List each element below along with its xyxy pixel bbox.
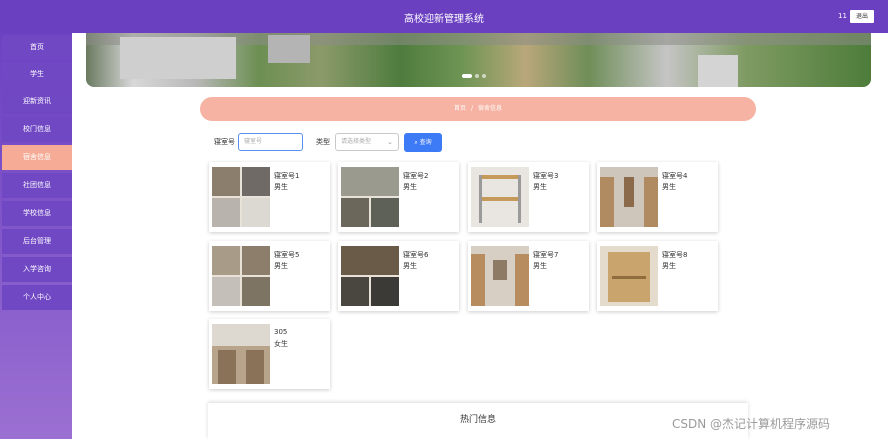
room-photo (212, 324, 270, 384)
room-type: 男生 (662, 183, 676, 191)
room-photo (341, 246, 399, 306)
campus-banner[interactable] (86, 33, 871, 87)
room-type: 男生 (403, 183, 417, 191)
room-name: 寝室号3 (533, 172, 559, 180)
username: 11 (838, 12, 847, 20)
room-type: 男生 (533, 183, 547, 191)
room-name: 寝室号2 (403, 172, 429, 180)
hot-info-title: 热门信息 (459, 415, 496, 425)
breadcrumb-current: 宿舍信息 (478, 105, 503, 112)
search-icon: ⌕ (414, 139, 418, 146)
room-card[interactable]: 寝室号4 男生 (597, 162, 718, 232)
type-select-placeholder: 请选择类型 (341, 138, 372, 145)
sidebar: 首页 学生 迎新资讯 校门信息 宿舍信息 社团信息 学校信息 后台管理 入学咨询… (0, 33, 72, 439)
room-photo (341, 167, 399, 227)
room-name: 寝室号1 (274, 172, 300, 180)
room-type: 男生 (662, 262, 676, 270)
hot-info-section: 热门信息 (208, 403, 748, 439)
room-name: 寝室号8 (662, 251, 688, 259)
room-name: 寝室号6 (403, 251, 429, 259)
carousel-dot[interactable] (462, 74, 472, 78)
room-card[interactable]: 305 女生 (209, 319, 330, 389)
room-type: 男生 (274, 262, 288, 270)
room-photo (471, 246, 529, 306)
banner-building (120, 37, 236, 79)
watermark: CSDN @杰记计算机程序源码 (672, 417, 831, 431)
room-type: 男生 (533, 262, 547, 270)
room-photo (600, 246, 658, 306)
sidebar-item-gate-info[interactable]: 校门信息 (2, 117, 72, 142)
room-type: 男生 (274, 183, 288, 191)
search-bar: 寝室号 寝室号 类型 请选择类型 ⌄ ⌕ 查询 (214, 133, 454, 152)
carousel-dot[interactable] (475, 74, 479, 78)
banner-building (268, 35, 310, 63)
room-card[interactable]: 寝室号2 男生 (338, 162, 459, 232)
room-name: 305 (274, 328, 288, 336)
sidebar-item-school-info[interactable]: 学校信息 (2, 201, 72, 226)
sidebar-item-home[interactable]: 首页 (2, 35, 72, 60)
room-search-input[interactable]: 寝室号 (238, 133, 303, 151)
room-type: 女生 (274, 340, 288, 348)
carousel-dot[interactable] (482, 74, 486, 78)
sidebar-item-students[interactable]: 学生 (2, 62, 72, 87)
top-bar: 高校迎新管理系统 11 退出 (0, 0, 888, 33)
logout-button[interactable]: 退出 (850, 10, 874, 23)
room-card[interactable]: 寝室号6 男生 (338, 241, 459, 311)
sidebar-item-profile[interactable]: 个人中心 (2, 285, 72, 310)
sidebar-item-admin[interactable]: 后台管理 (2, 229, 72, 254)
room-photo (212, 167, 270, 227)
room-card[interactable]: 寝室号1 男生 (209, 162, 330, 232)
room-type: 男生 (403, 262, 417, 270)
sidebar-item-dorm-info[interactable]: 宿舍信息 (2, 145, 72, 170)
room-card[interactable]: 寝室号5 男生 (209, 241, 330, 311)
breadcrumb: 首页 / 宿舍信息 (200, 97, 756, 121)
room-card[interactable]: 寝室号3 男生 (468, 162, 589, 232)
room-name: 寝室号7 (533, 251, 559, 259)
app-title: 高校迎新管理系统 (404, 14, 484, 25)
sidebar-item-news[interactable]: 迎新资讯 (2, 89, 72, 114)
sidebar-item-clubs[interactable]: 社团信息 (2, 173, 72, 198)
room-photo (600, 167, 658, 227)
room-card[interactable]: 寝室号8 男生 (597, 241, 718, 311)
room-card[interactable]: 寝室号7 男生 (468, 241, 589, 311)
room-label: 寝室号 (214, 138, 235, 146)
room-photo (212, 246, 270, 306)
type-label: 类型 (316, 138, 330, 146)
chevron-down-icon: ⌄ (387, 138, 393, 146)
banner-building (698, 55, 738, 87)
carousel-indicators (462, 74, 486, 78)
room-name: 寝室号4 (662, 172, 688, 180)
breadcrumb-home[interactable]: 首页 (454, 105, 466, 112)
search-button[interactable]: ⌕ 查询 (404, 133, 442, 152)
search-button-label: 查询 (419, 139, 432, 146)
type-select[interactable]: 请选择类型 ⌄ (335, 133, 399, 151)
room-name: 寝室号5 (274, 251, 300, 259)
room-photo (471, 167, 529, 227)
breadcrumb-separator: / (470, 105, 474, 112)
sidebar-item-enrollment-consult[interactable]: 入学咨询 (2, 257, 72, 282)
